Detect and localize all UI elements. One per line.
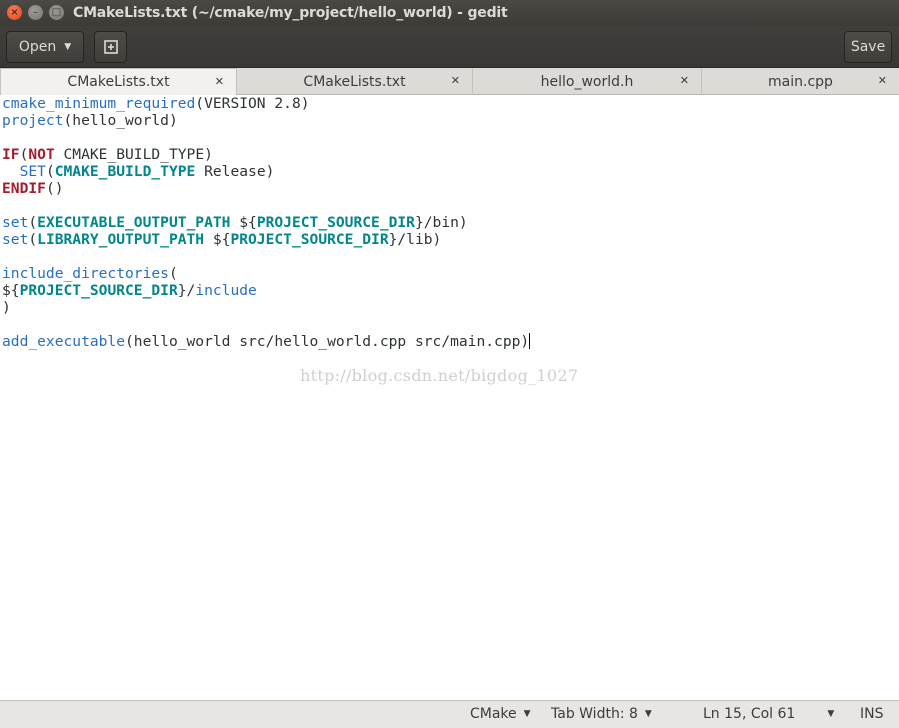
- code-token: LIBRARY_OUTPUT_PATH: [37, 231, 205, 248]
- window-minimize-button[interactable]: –: [28, 5, 43, 20]
- code-token: (: [28, 214, 38, 231]
- code-token: include: [195, 282, 257, 299]
- code-token: (hello_world): [63, 112, 178, 129]
- code-token: ${: [204, 231, 231, 248]
- close-icon: ×: [10, 6, 19, 18]
- code-token: Release): [195, 163, 275, 180]
- code-line: ): [2, 299, 530, 316]
- tab-label: CMakeLists.txt: [67, 74, 170, 90]
- window-close-button[interactable]: ×: [7, 5, 22, 20]
- code-view[interactable]: cmake_minimum_required(VERSION 2.8) proje…: [2, 95, 531, 350]
- code-token: SET: [19, 163, 46, 180]
- code-line: ${PROJECT_SOURCE_DIR}/include: [2, 282, 530, 299]
- code-line: set(LIBRARY_OUTPUT_PATH ${PROJECT_SOURCE…: [2, 231, 530, 248]
- code-token: PROJECT_SOURCE_DIR: [230, 231, 389, 248]
- code-token: ${: [2, 282, 20, 299]
- tab-width-label: Tab Width: 8: [551, 706, 638, 722]
- text-editor[interactable]: cmake_minimum_required(VERSION 2.8) proje…: [0, 95, 899, 700]
- header-bar: Open ▼ Save: [0, 26, 899, 68]
- close-icon[interactable]: ✕: [215, 75, 224, 88]
- triangle-down-icon: ▼: [827, 709, 835, 719]
- code-token: EXECUTABLE_OUTPUT_PATH: [37, 214, 231, 231]
- open-button-label: Open: [18, 39, 57, 55]
- code-token: (hello_world src/hello_world.cpp src/mai…: [125, 333, 530, 350]
- code-token: ): [2, 299, 11, 316]
- save-button[interactable]: Save: [844, 31, 892, 63]
- text-cursor: [529, 333, 531, 349]
- cursor-position[interactable]: Ln 15, Col 61 ▼: [703, 701, 834, 728]
- maximize-icon: □: [51, 6, 62, 18]
- code-line: ENDIF(): [2, 180, 530, 197]
- tab-width-selector[interactable]: Tab Width: 8 ▼: [551, 701, 652, 728]
- code-token: (VERSION 2.8): [195, 95, 310, 112]
- code-token: CMAKE_BUILD_TYPE: [54, 163, 196, 180]
- code-token: (: [28, 231, 38, 248]
- code-token: (): [45, 180, 64, 197]
- code-token: CMAKE_BUILD_TYPE): [54, 146, 213, 163]
- code-token: }/bin): [414, 214, 468, 231]
- triangle-down-icon: ▼: [64, 42, 72, 52]
- tab-cmakelists-1[interactable]: CMakeLists.txt ✕: [0, 68, 237, 95]
- language-label: CMake: [470, 706, 517, 722]
- tab-label: hello_world.h: [540, 73, 634, 90]
- code-token: include_directories: [2, 265, 169, 282]
- code-token: IF: [2, 146, 20, 163]
- code-line: IF(NOT CMAKE_BUILD_TYPE): [2, 146, 530, 163]
- code-token: NOT: [28, 146, 55, 163]
- code-token: project: [2, 112, 64, 129]
- tab-main-cpp[interactable]: main.cpp ✕: [702, 68, 899, 95]
- tab-label: main.cpp: [768, 73, 833, 90]
- code-line: SET(CMAKE_BUILD_TYPE Release): [2, 163, 530, 180]
- tab-bar: CMakeLists.txt ✕ CMakeLists.txt ✕ hello_…: [0, 68, 899, 95]
- code-line: cmake_minimum_required(VERSION 2.8): [2, 95, 530, 112]
- code-token: }/: [177, 282, 196, 299]
- code-line: include_directories(: [2, 265, 530, 282]
- tab-label: CMakeLists.txt: [303, 73, 406, 90]
- window-maximize-button[interactable]: □: [49, 5, 64, 20]
- code-token: (: [45, 163, 55, 180]
- code-token: }/lib): [388, 231, 442, 248]
- triangle-down-icon: ▼: [644, 709, 652, 719]
- code-token: set: [2, 231, 29, 248]
- minimize-icon: –: [33, 6, 38, 18]
- triangle-down-icon: ▼: [523, 709, 531, 719]
- title-bar: × – □ CMakeLists.txt (~/cmake/my_project…: [0, 0, 899, 26]
- code-token: cmake_minimum_required: [2, 95, 196, 112]
- close-icon[interactable]: ✕: [878, 74, 887, 87]
- insert-mode[interactable]: INS: [860, 701, 884, 728]
- code-token: PROJECT_SOURCE_DIR: [256, 214, 415, 231]
- code-line: set(EXECUTABLE_OUTPUT_PATH ${PROJECT_SOU…: [2, 214, 530, 231]
- open-button[interactable]: Open ▼: [6, 31, 84, 63]
- new-document-icon: [103, 40, 118, 54]
- code-line: add_executable(hello_world src/hello_wor…: [2, 333, 531, 350]
- code-token: ${: [230, 214, 257, 231]
- close-icon[interactable]: ✕: [680, 74, 689, 87]
- cursor-position-label: Ln 15, Col 61: [703, 706, 796, 722]
- code-token: ENDIF: [2, 180, 46, 197]
- watermark: http://blog.csdn.net/bigdog_1027: [300, 366, 579, 385]
- language-selector[interactable]: CMake ▼: [470, 701, 531, 728]
- window-title: CMakeLists.txt (~/cmake/my_project/hello…: [73, 5, 508, 21]
- code-token: set: [2, 214, 29, 231]
- tab-cmakelists-2[interactable]: CMakeLists.txt ✕: [237, 68, 473, 95]
- new-document-button[interactable]: [94, 31, 127, 63]
- code-token: add_executable: [2, 333, 126, 350]
- code-token: (: [168, 265, 178, 282]
- code-line: project(hello_world): [2, 112, 530, 129]
- tab-hello-world-h[interactable]: hello_world.h ✕: [473, 68, 702, 95]
- status-bar: CMake ▼ Tab Width: 8 ▼ Ln 15, Col 61 ▼ I…: [0, 700, 899, 728]
- code-token: PROJECT_SOURCE_DIR: [19, 282, 178, 299]
- close-icon[interactable]: ✕: [451, 74, 460, 87]
